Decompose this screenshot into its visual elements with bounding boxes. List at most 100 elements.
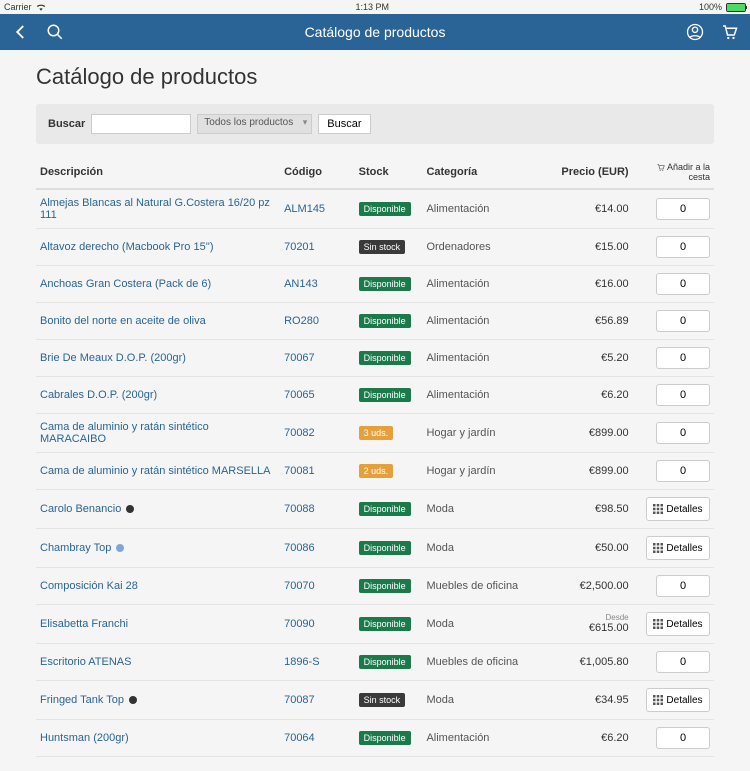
product-code[interactable]: 70087 bbox=[280, 681, 355, 720]
action-cell bbox=[633, 453, 714, 490]
product-description[interactable]: Brie De Meaux D.O.P. (200gr) bbox=[36, 340, 280, 377]
stock-badge: Disponible bbox=[359, 388, 411, 402]
th-description: Descripción bbox=[36, 156, 280, 189]
product-code[interactable]: RO280 bbox=[280, 303, 355, 340]
search-icon[interactable] bbox=[46, 23, 64, 41]
product-code[interactable]: 70064 bbox=[280, 720, 355, 757]
quantity-input[interactable] bbox=[656, 384, 710, 406]
stock-cell: Disponible bbox=[355, 720, 423, 757]
product-code[interactable]: AN143 bbox=[280, 266, 355, 303]
stock-badge: Disponible bbox=[359, 202, 411, 216]
quantity-input[interactable] bbox=[656, 310, 710, 332]
product-code[interactable]: 70065 bbox=[280, 377, 355, 414]
price-cell: €899.00 bbox=[544, 453, 632, 490]
category-cell: Moda bbox=[422, 490, 544, 529]
quantity-input[interactable] bbox=[656, 347, 710, 369]
stock-cell: Disponible bbox=[355, 605, 423, 644]
product-code[interactable]: 1896-S bbox=[280, 644, 355, 681]
price-cell: €6.20 bbox=[544, 720, 632, 757]
product-description[interactable]: Cama de aluminio y ratán sintético MARSE… bbox=[36, 453, 280, 490]
quantity-input[interactable] bbox=[656, 460, 710, 482]
price-cell: €2,500.00 bbox=[544, 568, 632, 605]
product-code[interactable]: 70082 bbox=[280, 414, 355, 453]
cart-icon[interactable] bbox=[720, 23, 738, 41]
product-description[interactable]: Cama de aluminio y ratán sintético MARAC… bbox=[36, 414, 280, 453]
price-cell: €14.00 bbox=[544, 189, 632, 229]
action-cell bbox=[633, 189, 714, 229]
product-description[interactable]: Carolo Benancio bbox=[36, 490, 280, 529]
quantity-input[interactable] bbox=[656, 273, 710, 295]
quantity-input[interactable] bbox=[656, 198, 710, 220]
status-time: 1:13 PM bbox=[355, 2, 389, 12]
quantity-input[interactable] bbox=[656, 727, 710, 749]
page-title: Catálogo de productos bbox=[36, 64, 714, 90]
quantity-input[interactable] bbox=[656, 236, 710, 258]
product-description[interactable]: Anchoas Gran Costera (Pack de 6) bbox=[36, 266, 280, 303]
action-cell bbox=[633, 340, 714, 377]
quantity-input[interactable] bbox=[656, 575, 710, 597]
product-description[interactable]: Altavoz derecho (Macbook Pro 15'') bbox=[36, 229, 280, 266]
category-select[interactable]: Todos los productos bbox=[197, 114, 312, 134]
product-code[interactable]: 70067 bbox=[280, 340, 355, 377]
product-description[interactable]: Huntsman (200gr) bbox=[36, 720, 280, 757]
stock-cell: Disponible bbox=[355, 303, 423, 340]
product-description[interactable]: Almejas Blancas al Natural G.Costera 16/… bbox=[36, 189, 280, 229]
category-cell: Hogar y jardín bbox=[422, 414, 544, 453]
category-cell: Ordenadores bbox=[422, 229, 544, 266]
wifi-icon bbox=[36, 3, 46, 11]
product-description[interactable]: Elisabetta Franchi bbox=[36, 605, 280, 644]
color-dot bbox=[116, 544, 124, 552]
search-button[interactable]: Buscar bbox=[318, 114, 370, 134]
product-code[interactable]: 70070 bbox=[280, 568, 355, 605]
details-button[interactable]: Detalles bbox=[646, 688, 710, 712]
product-description[interactable]: Fringed Tank Top bbox=[36, 681, 280, 720]
details-button[interactable]: Detalles bbox=[646, 536, 710, 560]
stock-badge: Disponible bbox=[359, 655, 411, 669]
th-add: Añadir a la cesta bbox=[633, 156, 714, 189]
action-cell bbox=[633, 644, 714, 681]
stock-cell: 2 uds. bbox=[355, 453, 423, 490]
details-button[interactable]: Detalles bbox=[646, 612, 710, 636]
details-button[interactable]: Detalles bbox=[646, 497, 710, 521]
stock-badge: Disponible bbox=[359, 277, 411, 291]
stock-cell: Sin stock bbox=[355, 681, 423, 720]
back-icon[interactable] bbox=[12, 23, 30, 41]
search-input[interactable] bbox=[91, 114, 191, 134]
product-code[interactable]: ALM145 bbox=[280, 189, 355, 229]
product-description[interactable]: Bonito del norte en aceite de oliva bbox=[36, 303, 280, 340]
product-code[interactable]: 70081 bbox=[280, 453, 355, 490]
status-bar: Carrier 1:13 PM 100% bbox=[0, 0, 750, 14]
product-table: Descripción Código Stock Categoría Preci… bbox=[36, 156, 714, 757]
grid-icon bbox=[653, 504, 663, 514]
product-code[interactable]: 70088 bbox=[280, 490, 355, 529]
product-description[interactable]: Escritorio ATENAS bbox=[36, 644, 280, 681]
product-description[interactable]: Cabrales D.O.P. (200gr) bbox=[36, 377, 280, 414]
product-description[interactable]: Composición Kai 28 bbox=[36, 568, 280, 605]
product-code[interactable]: 70090 bbox=[280, 605, 355, 644]
quantity-input[interactable] bbox=[656, 422, 710, 444]
action-cell bbox=[633, 720, 714, 757]
grid-icon bbox=[653, 619, 663, 629]
table-row: Huntsman (200gr) 70064DisponibleAlimenta… bbox=[36, 720, 714, 757]
table-row: Brie De Meaux D.O.P. (200gr) 70067Dispon… bbox=[36, 340, 714, 377]
th-price: Precio (EUR) bbox=[544, 156, 632, 189]
nav-bar: Catálogo de productos bbox=[0, 14, 750, 50]
stock-badge: Disponible bbox=[359, 541, 411, 555]
stock-badge: Sin stock bbox=[359, 240, 406, 254]
stock-cell: Disponible bbox=[355, 568, 423, 605]
battery-icon bbox=[726, 3, 746, 12]
action-cell bbox=[633, 266, 714, 303]
cart-small-icon bbox=[656, 163, 665, 172]
table-row: Cabrales D.O.P. (200gr) 70065DisponibleA… bbox=[36, 377, 714, 414]
profile-icon[interactable] bbox=[686, 23, 704, 41]
product-code[interactable]: 70201 bbox=[280, 229, 355, 266]
stock-badge: Disponible bbox=[359, 502, 411, 516]
color-dot bbox=[129, 696, 137, 704]
battery-percent: 100% bbox=[699, 2, 722, 12]
th-category: Categoría bbox=[422, 156, 544, 189]
category-cell: Muebles de oficina bbox=[422, 644, 544, 681]
th-stock: Stock bbox=[355, 156, 423, 189]
category-cell: Alimentación bbox=[422, 303, 544, 340]
action-cell: Detalles bbox=[633, 605, 714, 644]
quantity-input[interactable] bbox=[656, 651, 710, 673]
